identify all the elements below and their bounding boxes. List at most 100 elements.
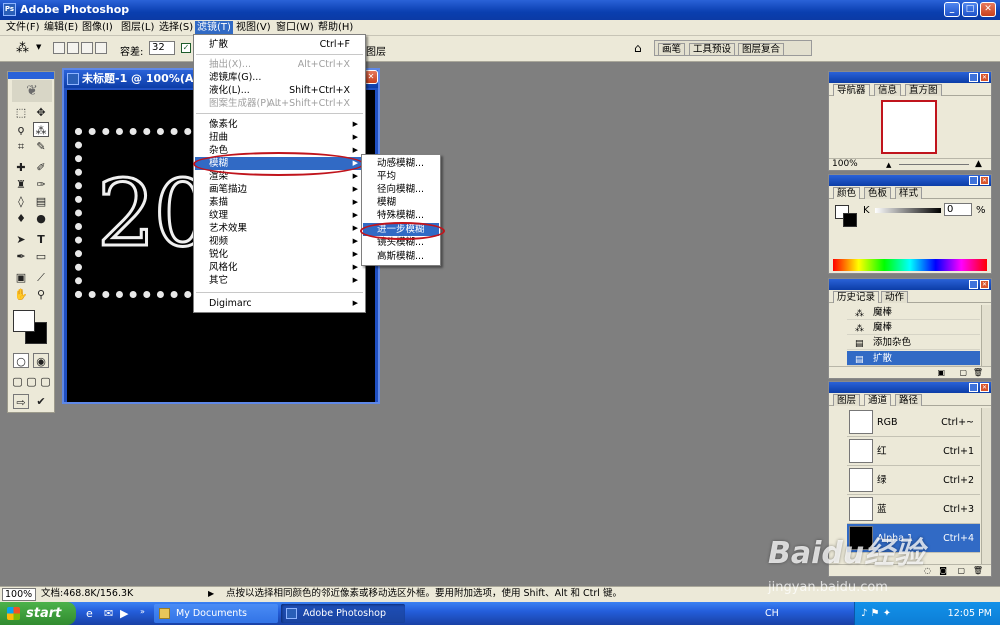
close-icon[interactable]: ✕	[980, 280, 989, 289]
menu-layer[interactable]: 图层(L)	[119, 21, 156, 35]
submenu-item-blur[interactable]: 模糊	[363, 196, 439, 209]
tab-layer-comps[interactable]: 图层复合	[738, 43, 785, 55]
menu-item-sharpen[interactable]: 锐化 ▶	[195, 248, 364, 261]
menu-item-sketch[interactable]: 素描 ▶	[195, 196, 364, 209]
outlook-icon[interactable]: ✉	[104, 607, 113, 620]
menu-edit[interactable]: 编辑(E)	[42, 21, 80, 35]
minimize-icon[interactable]	[969, 73, 978, 82]
slice-tool-icon[interactable]: ✎	[33, 139, 49, 154]
subtract-selection-icon[interactable]	[81, 42, 93, 54]
panel-titlebar[interactable]: ✕	[829, 382, 991, 393]
zoom-tool-icon[interactable]: ⚲	[33, 287, 49, 302]
menu-window[interactable]: 窗口(W)	[274, 21, 316, 35]
screen-mode-menubar-icon[interactable]: ▢	[25, 374, 38, 389]
menu-item-diffuse[interactable]: 扩散 Ctrl+F	[195, 38, 364, 51]
menu-item-video[interactable]: 视频 ▶	[195, 235, 364, 248]
menu-item-texture[interactable]: 纹理 ▶	[195, 209, 364, 222]
submenu-item-average[interactable]: 平均	[363, 170, 439, 183]
magic-wand-icon[interactable]: ⁂	[16, 41, 29, 56]
menu-item-artistic[interactable]: 艺术效果 ▶	[195, 222, 364, 235]
menu-item-stylize[interactable]: 风格化 ▶	[195, 261, 364, 274]
panel-titlebar[interactable]: ✕	[829, 279, 991, 290]
screen-mode-standard-icon[interactable]: ▢	[11, 374, 24, 389]
close-icon[interactable]: ✕	[980, 73, 989, 82]
close-button[interactable]: ✕	[980, 2, 996, 17]
load-selection-icon[interactable]: ◌	[924, 566, 931, 575]
gradient-tool-icon[interactable]: ▤	[33, 194, 49, 209]
new-selection-icon[interactable]	[53, 42, 65, 54]
status-zoom-input[interactable]: 100%	[2, 588, 36, 601]
tab-info[interactable]: 信息	[874, 84, 902, 96]
menu-image[interactable]: 图像(I)	[80, 21, 115, 35]
status-arrow-icon[interactable]: ▶	[208, 587, 214, 601]
submenu-item-smart-blur[interactable]: 特殊模糊...	[363, 209, 439, 222]
menu-file[interactable]: 文件(F)	[4, 21, 42, 35]
menu-view[interactable]: 视图(V)	[234, 21, 273, 35]
channel-row[interactable]: 蓝 Ctrl+3	[847, 495, 980, 524]
clock[interactable]: 12:05 PM	[948, 602, 992, 625]
tolerance-input[interactable]: 32	[149, 41, 175, 55]
notes-tool-icon[interactable]: ▣	[13, 270, 29, 285]
toolbox-grip[interactable]	[8, 72, 54, 79]
tab-navigator[interactable]: 导航器	[833, 84, 870, 96]
foreground-color-swatch-top[interactable]	[13, 310, 35, 332]
close-icon[interactable]: ✕	[980, 176, 989, 185]
maximize-button[interactable]: □	[962, 2, 978, 17]
dodge-tool-icon[interactable]: ●	[33, 211, 49, 226]
menu-item-brush-strokes[interactable]: 画笔描边 ▶	[195, 183, 364, 196]
imageready-icon[interactable]: ✔	[33, 394, 49, 409]
trash-icon[interactable]: 🗑	[973, 566, 983, 575]
menu-item-other[interactable]: 其它 ▶	[195, 274, 364, 287]
quick-mask-icon[interactable]: ◉	[33, 353, 49, 368]
history-scrollbar[interactable]	[981, 305, 991, 366]
channel-row[interactable]: 绿 Ctrl+2	[847, 466, 980, 495]
tab-swatches[interactable]: 色板	[864, 187, 892, 199]
chevron-down-icon[interactable]: ▼	[36, 43, 41, 51]
add-selection-icon[interactable]	[67, 42, 79, 54]
history-item[interactable]: ▤ 添加杂色	[847, 335, 980, 350]
magic-wand-tool-icon[interactable]: ⁂	[33, 122, 49, 137]
media-player-icon[interactable]: ▶	[120, 607, 128, 620]
history-item[interactable]: ▤ 扩散	[847, 351, 980, 366]
submenu-item-gaussian-blur[interactable]: 高斯模糊...	[363, 250, 439, 263]
menu-filter[interactable]: 滤镜(T)	[195, 21, 233, 35]
eraser-tool-icon[interactable]: ◊	[13, 194, 29, 209]
history-brush-icon[interactable]: ✑	[33, 177, 49, 192]
crop-tool-icon[interactable]: ⌗	[13, 139, 29, 154]
minimize-icon[interactable]	[969, 383, 978, 392]
panel-titlebar[interactable]: ✕	[829, 175, 991, 186]
menu-item-distort[interactable]: 扭曲 ▶	[195, 131, 364, 144]
menu-item-digimarc[interactable]: Digimarc ▶	[195, 297, 364, 310]
channel-row[interactable]: RGB Ctrl+~	[847, 408, 980, 437]
minimize-button[interactable]: _	[944, 2, 960, 17]
color-bg-swatch[interactable]	[843, 213, 857, 227]
anti-alias-checkbox[interactable]: ✓	[181, 43, 191, 53]
task-adobe-photoshop[interactable]: Adobe Photoshop	[281, 604, 405, 623]
stamp-tool-icon[interactable]: ♜	[13, 177, 29, 192]
quicklaunch-chevron-icon[interactable]: »	[140, 607, 145, 616]
menu-select[interactable]: 选择(S)	[157, 21, 195, 35]
snapshot-icon[interactable]: ▣	[937, 368, 945, 377]
tab-tool-presets[interactable]: 工具预设	[689, 43, 736, 55]
tab-history[interactable]: 历史记录	[833, 291, 880, 303]
minimize-icon[interactable]	[969, 280, 978, 289]
new-channel-icon[interactable]: ▢	[957, 566, 965, 575]
healing-brush-icon[interactable]: ✚	[13, 160, 29, 175]
tray-icons[interactable]: ♪ ⚑ ✦	[861, 602, 891, 625]
trash-icon[interactable]: 🗑	[973, 368, 983, 377]
intersect-selection-icon[interactable]	[95, 42, 107, 54]
panel-titlebar[interactable]: ✕	[829, 72, 991, 83]
channel-row[interactable]: 红 Ctrl+1	[847, 437, 980, 466]
document-close-button[interactable]: ✕	[364, 70, 378, 84]
save-selection-icon[interactable]: ◙	[939, 566, 947, 575]
menu-item-filter-gallery[interactable]: 滤镜库(G)...	[195, 71, 364, 84]
submenu-item-radial-blur[interactable]: 径向模糊...	[363, 183, 439, 196]
move-tool-icon[interactable]: ✥	[33, 105, 49, 120]
tab-styles[interactable]: 样式	[895, 187, 923, 199]
history-item[interactable]: ⁂ 魔棒	[847, 320, 980, 335]
menu-item-liquify[interactable]: 液化(L)... Shift+Ctrl+X	[195, 84, 364, 97]
tab-paths[interactable]: 路径	[895, 394, 923, 406]
tab-color[interactable]: 颜色	[833, 187, 861, 199]
close-icon[interactable]: ✕	[980, 383, 989, 392]
history-item[interactable]: ⁂ 魔棒	[847, 305, 980, 320]
